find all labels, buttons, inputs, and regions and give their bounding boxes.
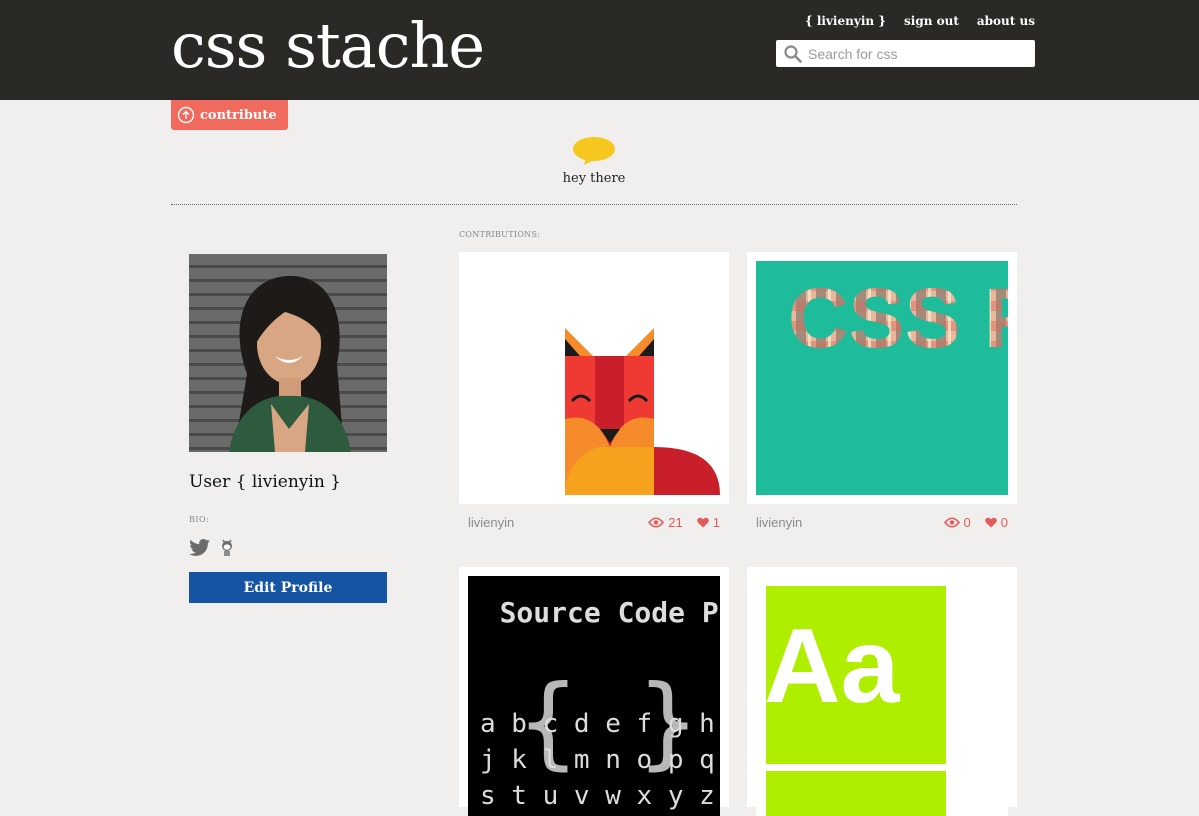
- divider: [171, 204, 1017, 205]
- search-icon: [784, 45, 802, 63]
- greeting-text: hey there: [562, 171, 626, 186]
- speech-bubble-icon: [573, 137, 615, 165]
- source-code-thumbnail[interactable]: Source Code Pro { } a b c d e f g h j k …: [468, 576, 720, 816]
- card-stats: 0 0: [943, 515, 1008, 530]
- css-patterns-title: CSS Patter: [788, 271, 1008, 365]
- bio-label: BIO:: [189, 515, 210, 524]
- contributions-label: CONTRIBUTIONS:: [459, 230, 541, 239]
- like-count: 0: [1000, 515, 1008, 530]
- contribution-card-source-code-pro[interactable]: Source Code Pro { } a b c d e f g h j k …: [459, 567, 729, 816]
- upload-icon: [177, 106, 195, 124]
- nav-user-link[interactable]: { livienyin }: [805, 14, 886, 28]
- aa-title: Aa: [764, 607, 901, 725]
- nav-about-link[interactable]: about us: [977, 14, 1035, 28]
- fox-thumbnail[interactable]: [468, 261, 720, 495]
- contribution-card-aa[interactable]: Aa: [747, 567, 1017, 816]
- view-count: 0: [963, 515, 971, 530]
- glyph-row: j k l m n o p q: [480, 745, 715, 775]
- source-code-title: Source Code Pro: [500, 596, 720, 629]
- eye-icon: [943, 517, 960, 528]
- eye-icon: [648, 517, 665, 528]
- card-meta: livienyin 0 0: [747, 513, 1017, 533]
- contribution-card-css-patterns[interactable]: CSS Patter: [747, 252, 1017, 504]
- site-logo[interactable]: css stache: [171, 4, 485, 88]
- card-stats: 21 1: [648, 515, 720, 530]
- top-nav: { livienyin } sign out about us: [805, 14, 1035, 28]
- nav-sign-out-link[interactable]: sign out: [904, 14, 959, 28]
- site-header: css stache { livienyin } sign out about …: [0, 0, 1199, 100]
- glyph-row: a b c d e f g h: [480, 709, 715, 739]
- profile-username: User { livienyin }: [189, 472, 341, 492]
- heart-icon[interactable]: [696, 517, 709, 528]
- search-input[interactable]: [808, 43, 1028, 64]
- edit-profile-button[interactable]: Edit Profile: [189, 572, 387, 603]
- twitter-icon[interactable]: [189, 539, 211, 557]
- glyph-row: s t u v w x y z: [480, 781, 715, 811]
- card-meta: livienyin 21 1: [459, 513, 729, 533]
- like-count: 1: [712, 515, 720, 530]
- contribute-label: contribute: [200, 107, 277, 123]
- social-links: [189, 539, 235, 557]
- view-count: 21: [668, 515, 683, 530]
- card-author[interactable]: livienyin: [756, 515, 802, 530]
- card-author[interactable]: livienyin: [468, 515, 514, 530]
- contribute-button[interactable]: contribute: [171, 100, 288, 130]
- css-patterns-thumbnail[interactable]: CSS Patter: [756, 261, 1008, 495]
- search-box: [776, 40, 1035, 67]
- aa-thumbnail[interactable]: Aa: [756, 576, 1008, 816]
- contribution-card-fox[interactable]: [459, 252, 729, 504]
- avatar: [189, 254, 387, 452]
- github-octocat-icon[interactable]: [219, 539, 235, 557]
- heart-icon[interactable]: [984, 517, 997, 528]
